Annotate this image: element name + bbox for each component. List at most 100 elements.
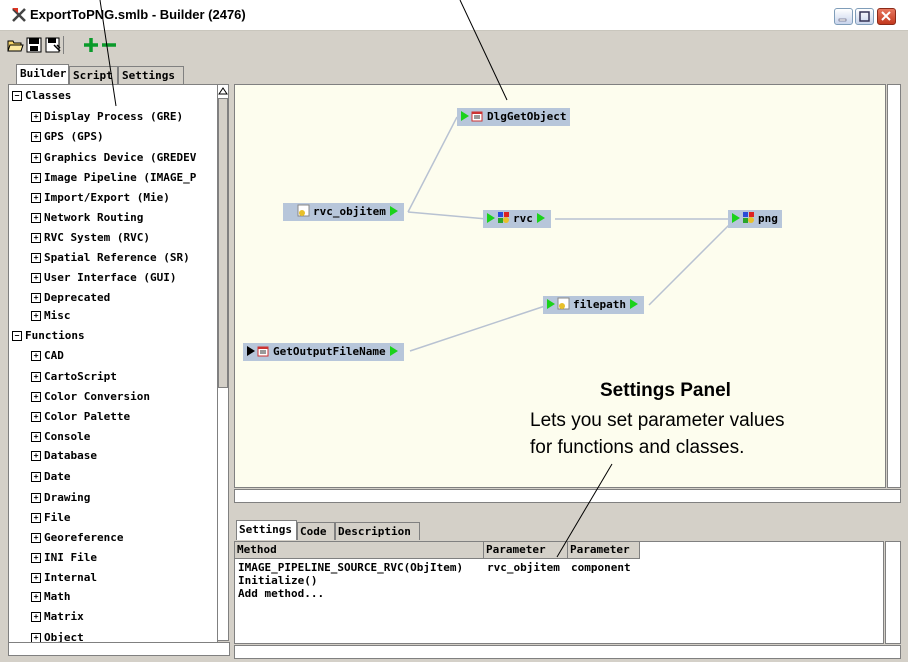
add-method-item[interactable]: Add method... <box>238 587 324 600</box>
expand-icon[interactable]: + <box>31 253 41 263</box>
expand-icon[interactable]: + <box>31 472 41 482</box>
expand-icon[interactable]: + <box>31 432 41 442</box>
maximize-button[interactable] <box>855 8 874 25</box>
tab-settings-panel[interactable]: Settings <box>236 520 297 540</box>
tree-item[interactable]: + Graphics Device (GREDEV <box>31 151 196 165</box>
collapse-icon[interactable]: − <box>12 91 22 101</box>
tree-item[interactable]: + Deprecated <box>31 291 110 305</box>
tree-item[interactable]: + RVC System (RVC) <box>31 231 150 245</box>
expand-icon[interactable]: + <box>31 451 41 461</box>
expand-icon[interactable]: + <box>31 112 41 122</box>
input-port-icon[interactable] <box>461 111 469 121</box>
save-as-icon[interactable] <box>44 36 62 54</box>
canvas-horizontal-scrollbar[interactable] <box>234 489 901 503</box>
node-filepath[interactable]: filepath <box>543 296 644 314</box>
tree-item[interactable]: + Database <box>31 449 97 463</box>
expand-icon[interactable]: + <box>31 132 41 142</box>
tree-item[interactable]: + Matrix <box>31 610 84 624</box>
tree-category[interactable]: − Classes <box>12 89 71 103</box>
expand-icon[interactable]: + <box>31 213 41 223</box>
table-cell-parameter[interactable]: rvc_objitem <box>487 561 560 574</box>
tree-item[interactable]: + Misc <box>31 309 71 323</box>
tree-item[interactable]: + User Interface (GUI) <box>31 271 176 285</box>
node-getoutputfilename[interactable]: GetOutputFileName <box>243 343 404 361</box>
scroll-up-icon[interactable] <box>217 85 229 97</box>
expand-icon[interactable]: + <box>31 392 41 402</box>
tree-item[interactable]: + Color Conversion <box>31 390 150 404</box>
table-cell-method[interactable]: Initialize() <box>238 574 317 587</box>
input-port-icon[interactable] <box>547 299 555 309</box>
expand-icon[interactable]: + <box>31 293 41 303</box>
tree-item[interactable]: + INI File <box>31 551 97 565</box>
tree-scroll-thumb[interactable] <box>218 98 228 388</box>
canvas-vertical-scrollbar[interactable] <box>887 84 901 488</box>
tree-item[interactable]: + Date <box>31 470 71 484</box>
tree-item[interactable]: + Drawing <box>31 491 90 505</box>
column-header-parameter-2[interactable]: Parameter <box>568 542 640 559</box>
tree-item[interactable]: + Import/Export (Mie) <box>31 191 170 205</box>
node-rvc-objitem[interactable]: rvc_objitem <box>283 203 404 221</box>
input-port-icon[interactable] <box>732 213 740 223</box>
expand-icon[interactable]: + <box>31 513 41 523</box>
class-function-tree[interactable]: − Classes + Display Process (GRE) + GPS (GPS)… <box>8 84 218 643</box>
expand-icon[interactable]: + <box>31 193 41 203</box>
settings-horizontal-scrollbar[interactable] <box>234 645 901 659</box>
tab-settings[interactable]: Settings <box>118 66 184 84</box>
column-header-parameter-1[interactable]: Parameter <box>484 542 568 559</box>
expand-icon[interactable]: + <box>31 592 41 602</box>
node-dlggetobject[interactable]: DlgGetObject <box>457 108 571 126</box>
expand-icon[interactable]: + <box>31 493 41 503</box>
open-icon[interactable] <box>6 36 24 54</box>
expand-icon[interactable]: + <box>31 351 41 361</box>
expand-icon[interactable]: + <box>31 573 41 583</box>
node-png[interactable]: png <box>728 210 782 228</box>
settings-table[interactable]: Method Parameter Parameter IMAGE_PIPELIN… <box>234 541 884 644</box>
settings-vertical-scrollbar[interactable] <box>885 541 901 644</box>
tree-category[interactable]: − Functions <box>12 329 85 343</box>
column-header-method[interactable]: Method <box>235 542 484 559</box>
tab-script[interactable]: Script <box>69 66 118 84</box>
tree-item[interactable]: + CAD <box>31 349 64 363</box>
tree-item[interactable]: + Spatial Reference (SR) <box>31 251 190 265</box>
tree-item[interactable]: + Color Palette <box>31 410 130 424</box>
table-cell-method[interactable]: IMAGE_PIPELINE_SOURCE_RVC(ObjItem) <box>238 561 463 574</box>
node-rvc[interactable]: rvc <box>483 210 551 228</box>
expand-icon[interactable]: + <box>31 372 41 382</box>
remove-icon[interactable] <box>100 36 118 54</box>
input-port-icon[interactable] <box>247 346 255 356</box>
expand-icon[interactable]: + <box>31 233 41 243</box>
expand-icon[interactable]: + <box>31 273 41 283</box>
tree-item[interactable]: + Internal <box>31 571 97 585</box>
tab-code[interactable]: Code <box>297 522 335 540</box>
output-port-icon[interactable] <box>389 346 398 356</box>
close-button[interactable] <box>877 8 896 25</box>
tree-item[interactable]: + Console <box>31 430 90 444</box>
expand-icon[interactable]: + <box>31 612 41 622</box>
expand-icon[interactable]: + <box>31 311 41 321</box>
save-icon[interactable] <box>25 36 43 54</box>
expand-icon[interactable]: + <box>31 153 41 163</box>
add-icon[interactable] <box>82 36 100 54</box>
output-port-icon[interactable] <box>629 299 638 309</box>
table-cell-parameter[interactable]: component <box>571 561 631 574</box>
tab-description[interactable]: Description <box>335 522 420 540</box>
tree-item[interactable]: + File <box>31 511 71 525</box>
expand-icon[interactable]: + <box>31 553 41 563</box>
tree-item[interactable]: + CartoScript <box>31 370 117 384</box>
output-port-icon[interactable] <box>389 206 398 216</box>
tree-item[interactable]: + Display Process (GRE) <box>31 110 183 124</box>
expand-icon[interactable]: + <box>31 173 41 183</box>
collapse-icon[interactable]: − <box>12 331 22 341</box>
tree-item[interactable]: + Image Pipeline (IMAGE_P <box>31 171 196 185</box>
minimize-button[interactable] <box>834 8 853 25</box>
input-port-icon[interactable] <box>487 213 495 223</box>
output-port-icon[interactable] <box>536 213 545 223</box>
expand-icon[interactable]: + <box>31 533 41 543</box>
expand-icon[interactable]: + <box>31 412 41 422</box>
tree-item[interactable]: + Math <box>31 590 71 604</box>
tab-builder[interactable]: Builder <box>16 64 69 84</box>
tree-item[interactable]: + Georeference <box>31 531 123 545</box>
tree-horizontal-scrollbar[interactable] <box>8 642 230 656</box>
tree-item[interactable]: + Network Routing <box>31 211 143 225</box>
tree-item[interactable]: + GPS (GPS) <box>31 130 104 144</box>
